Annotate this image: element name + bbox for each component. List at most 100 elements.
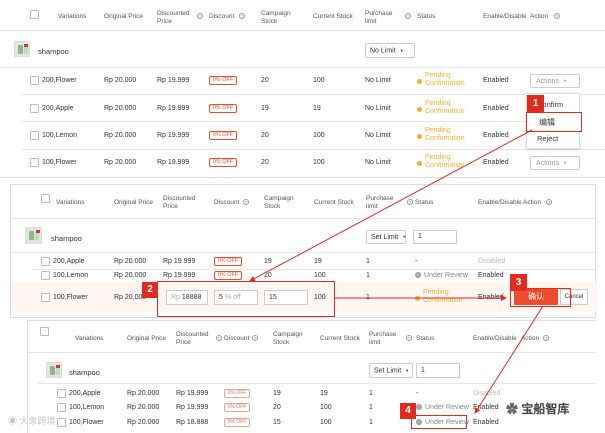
original-price: Rp 20.000: [114, 258, 147, 265]
purchase-limit: No Limit: [365, 105, 391, 112]
discount-panel-editing: Variations Original Price Discounted Pri…: [10, 184, 597, 318]
discounted-price: Rp 19.999: [176, 390, 209, 397]
col-original-price: Original Price: [104, 13, 144, 20]
enable-status: Enabled: [483, 159, 509, 166]
col-variations: Variations: [56, 199, 85, 206]
variation-name: 100,Flower: [69, 419, 104, 426]
pending-dot-icon: [417, 134, 422, 139]
col-discount: Discount: [209, 13, 235, 20]
product-thumbnail: [25, 227, 42, 244]
discount-input[interactable]: 5 % off: [214, 290, 258, 305]
purchase-limit: 1: [369, 404, 373, 411]
watermark-right: ✿ 宝船智库: [506, 402, 570, 416]
pending-dot-icon: [417, 107, 422, 112]
select-all-checkbox[interactable]: [30, 10, 39, 19]
help-icon: ?: [216, 335, 222, 341]
watermark-left: ◉ 大象跨境: [8, 416, 56, 426]
purchase-limit: 1: [369, 419, 373, 426]
campaign-stock-input[interactable]: 15: [264, 290, 308, 305]
help-icon: ?: [407, 199, 413, 205]
price-input[interactable]: Rp 18888: [166, 290, 208, 305]
col-current-stock: Current Stock: [313, 13, 353, 20]
variation-name: 100,Lemon: [69, 404, 105, 411]
current-stock: 100: [320, 419, 332, 426]
select-all-checkbox[interactable]: [41, 194, 50, 203]
current-stock: 19: [314, 258, 322, 265]
current-stock: 100: [313, 159, 325, 166]
limit-input[interactable]: 1: [413, 230, 457, 244]
original-price: Rp 20.000: [114, 272, 147, 279]
wechat-icon: ✿: [506, 402, 522, 416]
menu-item-reject[interactable]: Reject: [537, 134, 558, 143]
step-badge-3: 3: [510, 274, 527, 291]
row-checkbox[interactable]: [30, 158, 39, 167]
status-text: Pending Confirmation: [425, 127, 465, 142]
variation-name: 200,Apple: [53, 258, 85, 265]
pending-dot-icon: [417, 161, 422, 166]
status-text: Under Review: [425, 404, 469, 411]
set-limit-select[interactable]: Set Limit ▼: [366, 230, 406, 244]
original-price: Rp 20.000: [127, 404, 160, 411]
help-icon: ?: [406, 335, 412, 341]
row-checkbox[interactable]: [41, 271, 50, 280]
discounted-price: Rp 19.999: [157, 159, 190, 166]
col-status: Status: [416, 335, 435, 342]
set-limit-select[interactable]: Set Limit ▼: [369, 363, 413, 378]
purchase-limit: No Limit: [365, 159, 391, 166]
edit-highlight: 编辑: [526, 112, 582, 132]
col-campaign-stock: Campaign Stock: [264, 195, 294, 210]
limit-input[interactable]: 1: [416, 363, 460, 378]
help-icon: ?: [243, 199, 249, 205]
select-all-checkbox[interactable]: [40, 327, 49, 336]
help-icon: ?: [197, 13, 203, 19]
row-checkbox[interactable]: [57, 418, 66, 427]
col-status: Status: [415, 199, 434, 206]
row-checkbox[interactable]: [57, 403, 66, 412]
discounted-price: Rp 19.999: [157, 132, 190, 139]
row-checkbox[interactable]: [41, 257, 50, 266]
product-thumbnail: [14, 41, 30, 57]
campaign-stock: 20: [261, 77, 269, 84]
current-stock: 19: [320, 390, 328, 397]
help-icon: ?: [405, 13, 411, 19]
enable-status: Disabled: [478, 258, 506, 265]
status-text: -: [416, 390, 419, 397]
current-stock: 100: [313, 77, 325, 84]
original-price: Rp 20.000: [104, 159, 137, 166]
original-price: Rp 20.000: [127, 419, 160, 426]
enable-status: Enabled: [483, 132, 509, 139]
status-text: -: [415, 258, 418, 265]
row-checkbox[interactable]: [57, 389, 66, 398]
row-checkbox[interactable]: [30, 104, 39, 113]
current-stock: 19: [313, 105, 321, 112]
variation-name: 100,Flower: [53, 294, 88, 301]
actions-dropdown[interactable]: Actions ▼: [530, 156, 580, 170]
row-checkbox[interactable]: [41, 293, 50, 302]
purchase-limit-select[interactable]: No Limit ▼: [365, 43, 415, 58]
col-enable-disable: Enable/Disable: [473, 335, 517, 342]
campaign-stock: 20: [261, 132, 269, 139]
row-checkbox[interactable]: [30, 131, 39, 140]
chevron-down-icon: ▼: [405, 368, 410, 373]
col-current-stock: Current Stock: [314, 199, 354, 206]
current-stock: 100: [314, 294, 326, 301]
discount-badge: 0% OFF: [209, 76, 237, 85]
menu-item-edit[interactable]: 编辑: [539, 117, 555, 128]
discount-badge: 0% OFF: [214, 257, 242, 266]
discount-badge: 0% OFF: [214, 271, 242, 280]
col-discounted-price: Discounted Price: [176, 331, 209, 346]
status-text: Pending Confirmation: [425, 154, 465, 169]
col-status: Status: [417, 13, 436, 20]
row-checkbox[interactable]: [30, 76, 39, 85]
discounted-price: Rp 19.999: [163, 272, 196, 279]
discounted-price: Rp 19.999: [163, 258, 196, 265]
campaign-stock: 20: [264, 272, 272, 279]
campaign-stock: 20: [261, 159, 269, 166]
actions-dropdown[interactable]: Actions ▼: [530, 74, 580, 88]
discount-badge: 0% OFF: [224, 403, 250, 412]
col-original-price: Original Price: [127, 335, 167, 342]
clock-icon: ◷: [416, 404, 422, 410]
enable-status: Enabled: [483, 105, 509, 112]
step-badge-4: 4: [400, 403, 416, 419]
col-original-price: Original Price: [114, 199, 154, 206]
